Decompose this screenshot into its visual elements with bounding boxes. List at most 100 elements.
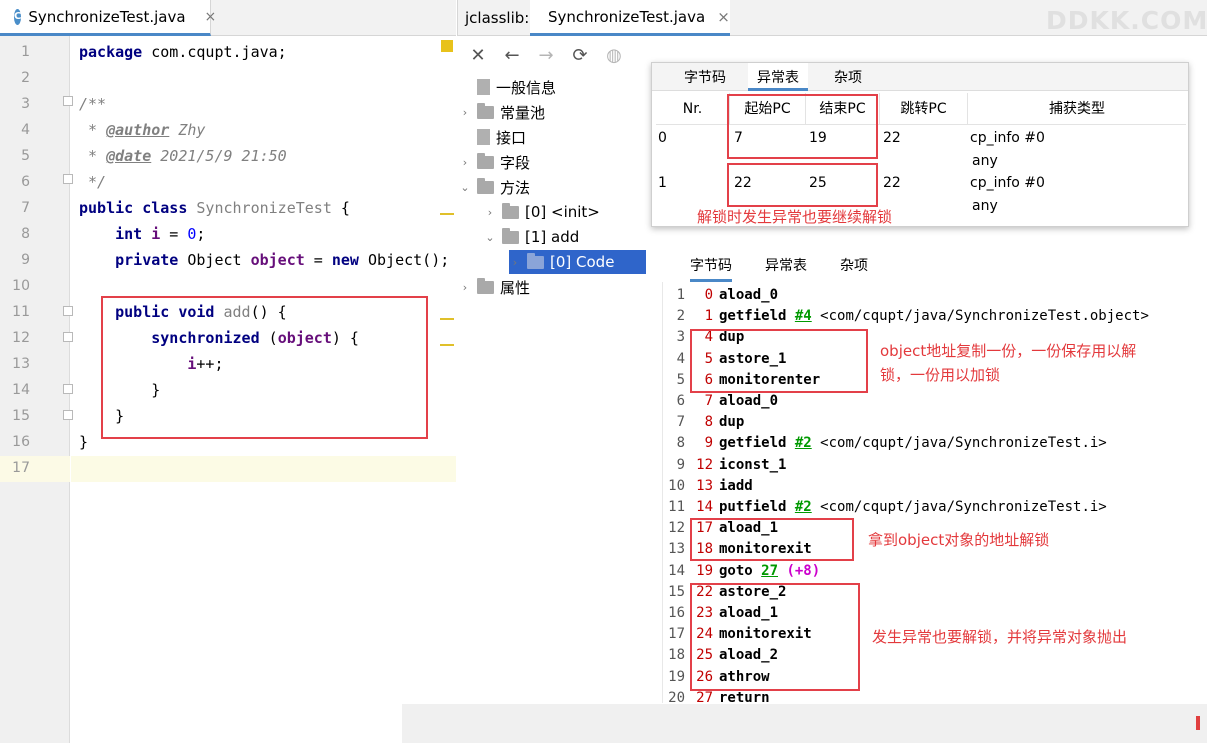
- warning-stripe[interactable]: [440, 344, 454, 346]
- table-cell: any: [972, 153, 998, 169]
- tree-node[interactable]: › 字段: [459, 150, 530, 174]
- bytecode-offset: 8: [704, 414, 713, 431]
- bytecode-offset: 1: [704, 308, 713, 325]
- tree-node-label: [0] <init>: [525, 203, 600, 221]
- class-structure-tree: 一般信息 › 常量池 接口 › 字段 ⌄ 方法 › [0] <init> ⌄ [1] add › [0] …: [457, 73, 647, 743]
- tree-node[interactable]: › [0] <init>: [484, 200, 600, 224]
- annotation-box-exception-row-0: [727, 94, 878, 159]
- tree-node[interactable]: 一般信息: [459, 75, 556, 99]
- code-token: */: [79, 173, 107, 191]
- bytecode-panel-tabs: 字节码 异常表 杂项: [662, 250, 1197, 282]
- constant-pool-link[interactable]: #4: [795, 308, 812, 324]
- bytecode-line: 11 14 putfield #2 <com/cqupt/java/Synchron…: [663, 497, 1197, 518]
- tree-node[interactable]: ⌄ 方法: [459, 175, 530, 199]
- constant-pool-link[interactable]: 27: [761, 563, 778, 579]
- line-number: 12: [668, 520, 685, 537]
- bytecode-line: 10 13 iadd: [663, 476, 1197, 497]
- code-token: new: [331, 251, 368, 269]
- tree-node[interactable]: ⌄ [1] add: [484, 225, 579, 249]
- code-token: }: [79, 433, 89, 451]
- col-header-handler-pc[interactable]: 跳转PC: [880, 93, 968, 125]
- fold-marker-icon[interactable]: [63, 332, 73, 342]
- fold-marker-icon[interactable]: [63, 174, 73, 184]
- code-token: =: [160, 225, 188, 243]
- constant-pool-link[interactable]: #2: [795, 435, 812, 451]
- line-number: 19: [668, 668, 685, 685]
- folder-icon: [477, 152, 494, 169]
- warning-stripe[interactable]: [440, 213, 454, 215]
- editor-tab-synchronizetest[interactable]: C SynchronizeTest.java ×: [0, 0, 216, 36]
- bytecode-offset: 14: [696, 499, 713, 515]
- annotation-box-exception-row-1: [727, 163, 878, 207]
- fold-marker-icon[interactable]: [63, 384, 73, 394]
- col-header-nr[interactable]: Nr.: [656, 93, 730, 125]
- tab-bytecode[interactable]: 字节码: [690, 255, 732, 282]
- line-number: 16: [12, 434, 30, 450]
- table-cell[interactable]: cp_info #0: [970, 128, 1045, 148]
- line-number: 1: [21, 44, 30, 60]
- close-icon[interactable]: ×: [205, 9, 217, 25]
- relative-offset: (+8): [786, 562, 821, 579]
- expand-arrow-icon[interactable]: ⌄: [484, 231, 496, 244]
- code-line: */: [79, 173, 106, 191]
- table-cell[interactable]: cp_info #0: [970, 173, 1045, 193]
- col-header-catch-type[interactable]: 捕获类型: [968, 93, 1186, 125]
- code-token: Object: [187, 251, 251, 269]
- close-icon[interactable]: ×: [717, 8, 730, 26]
- code-line: public class SynchronizeTest {: [79, 199, 350, 217]
- tab-misc[interactable]: 杂项: [834, 67, 862, 87]
- refresh-icon[interactable]: ⟳: [569, 45, 591, 66]
- line-number: 3: [676, 329, 685, 346]
- inspection-status-icon[interactable]: [441, 40, 453, 52]
- line-number: 2: [21, 70, 30, 86]
- tab-exception-table[interactable]: 异常表: [748, 63, 808, 91]
- scrollbar-error-marker[interactable]: [1196, 716, 1200, 730]
- fold-marker-icon[interactable]: [63, 96, 73, 106]
- code-token: SynchronizeTest: [196, 199, 332, 217]
- tab-exception-table[interactable]: 异常表: [765, 255, 807, 275]
- line-number: 9: [676, 456, 685, 473]
- tree-node[interactable]: › 常量池: [459, 100, 545, 124]
- annotation-unlock-note: 拿到object对象的地址解锁: [868, 531, 1050, 549]
- tree-node[interactable]: 接口: [459, 125, 526, 149]
- table-cell: 22: [883, 175, 901, 191]
- close-icon[interactable]: ✕: [467, 45, 489, 66]
- operand-comment: <com/cqupt/java/SynchronizeTest.object>: [811, 308, 1149, 325]
- line-number: 7: [21, 200, 30, 216]
- expand-arrow-icon[interactable]: ›: [459, 106, 471, 119]
- expand-arrow-icon[interactable]: ›: [459, 281, 471, 294]
- forward-arrow-icon[interactable]: →: [535, 45, 557, 66]
- fold-marker-icon[interactable]: [63, 306, 73, 316]
- opcode: aload_0: [719, 393, 779, 409]
- line-number: 6: [676, 393, 685, 409]
- table-cell: 1: [658, 175, 667, 191]
- back-arrow-icon[interactable]: ←: [501, 45, 523, 66]
- line-number: 14: [12, 382, 30, 398]
- line-number: 20: [668, 689, 685, 703]
- code-token: {: [331, 199, 350, 217]
- tree-node[interactable]: › [0] Code: [509, 250, 625, 274]
- line-number: 10: [668, 477, 685, 494]
- warning-stripe[interactable]: [440, 318, 454, 320]
- bytecode-line: 2 1 getfield #4 <com/cqupt/java/Synchroniz…: [663, 306, 1197, 327]
- opcode: return: [719, 689, 770, 703]
- expand-arrow-icon[interactable]: ›: [459, 156, 471, 169]
- expand-arrow-icon[interactable]: ⌄: [459, 181, 471, 194]
- constant-pool-link[interactable]: #2: [795, 499, 812, 515]
- line-number: 15: [668, 583, 685, 600]
- bytecode-offset: 13: [696, 477, 713, 494]
- expand-arrow-icon[interactable]: ›: [509, 256, 521, 269]
- line-number: 11: [668, 499, 685, 515]
- jclasslib-tab-synchronizetest[interactable]: SynchronizeTest.java ×: [530, 0, 730, 36]
- tab-bytecode[interactable]: 字节码: [684, 67, 726, 87]
- fold-marker-icon[interactable]: [63, 410, 73, 420]
- folder-icon: [502, 202, 519, 219]
- expand-arrow-icon[interactable]: ›: [484, 206, 496, 219]
- tab-misc[interactable]: 杂项: [840, 255, 868, 275]
- code-token: @date: [106, 147, 152, 165]
- code-token: Object();: [368, 251, 450, 269]
- annotation-exception-unlock-note: 发生异常也要解锁，并将异常对象抛出: [872, 628, 1128, 646]
- tree-node[interactable]: › 属性: [459, 275, 530, 299]
- web-globe-icon[interactable]: ◍: [603, 45, 625, 66]
- annotation-box-add-method: [101, 296, 428, 439]
